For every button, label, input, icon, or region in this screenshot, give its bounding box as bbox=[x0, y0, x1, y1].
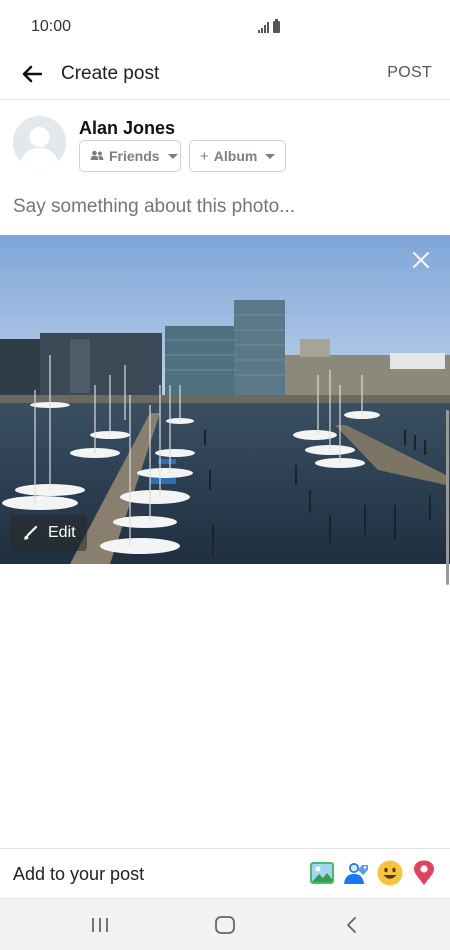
status-bar: 10:00 bbox=[0, 0, 450, 52]
brush-icon bbox=[22, 525, 38, 541]
recents-icon[interactable] bbox=[90, 913, 110, 937]
add-to-post-icons bbox=[308, 859, 438, 887]
caption-input[interactable] bbox=[13, 196, 433, 218]
status-time: 10:00 bbox=[31, 18, 72, 35]
post-button[interactable]: POST bbox=[387, 64, 432, 82]
status-icons bbox=[258, 19, 280, 33]
avatar[interactable] bbox=[13, 116, 66, 169]
signal-icon bbox=[258, 22, 269, 33]
back-icon[interactable] bbox=[342, 913, 360, 937]
home-icon[interactable] bbox=[214, 913, 236, 937]
album-label: Album bbox=[213, 148, 258, 164]
plus-icon: + bbox=[200, 147, 209, 165]
privacy-label: Friends bbox=[109, 148, 160, 164]
add-to-post-bar[interactable]: Add to your post bbox=[0, 848, 450, 898]
user-name: Alan Jones bbox=[79, 118, 176, 138]
back-arrow-icon[interactable] bbox=[18, 62, 46, 86]
chevron-down-icon bbox=[265, 153, 276, 159]
system-nav-bar bbox=[0, 898, 450, 950]
photo-preview[interactable]: Edit bbox=[0, 235, 450, 564]
page-title: Create post bbox=[61, 63, 160, 84]
add-to-post-label: Add to your post bbox=[13, 864, 145, 884]
friends-icon bbox=[90, 148, 104, 164]
battery-icon bbox=[273, 19, 280, 33]
scrollbar[interactable] bbox=[446, 410, 449, 585]
close-icon[interactable] bbox=[410, 249, 432, 271]
album-selector[interactable]: + Album bbox=[189, 140, 286, 172]
app-bar: Create post POST bbox=[0, 52, 450, 100]
edit-photo-button[interactable]: Edit bbox=[10, 515, 87, 551]
photo-icon[interactable] bbox=[308, 859, 336, 887]
tag-people-icon[interactable] bbox=[342, 859, 370, 887]
edit-label: Edit bbox=[48, 524, 76, 541]
chevron-down-icon bbox=[167, 153, 178, 159]
location-pin-icon[interactable] bbox=[410, 859, 438, 887]
feeling-emoji-icon[interactable] bbox=[376, 859, 404, 887]
privacy-selector[interactable]: Friends bbox=[79, 140, 181, 172]
composer-header: Alan Jones Friends + Album bbox=[0, 101, 450, 181]
